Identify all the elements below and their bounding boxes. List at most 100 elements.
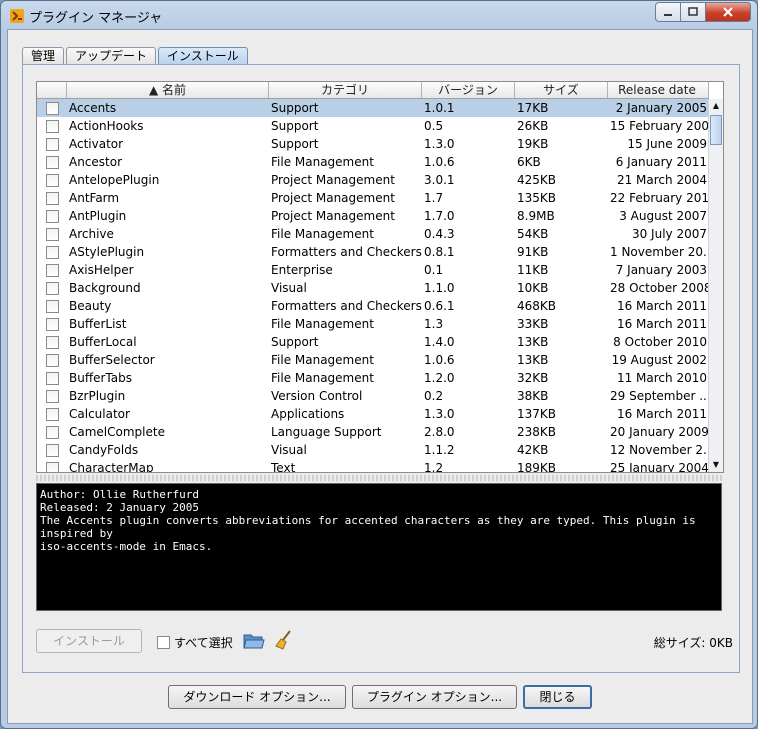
table-row[interactable]: AntelopePlugin Project Management 3.0.1 425… — [37, 171, 709, 189]
plugin-description: Author: Ollie Rutherfurd Released: 2 Jan… — [36, 483, 722, 611]
column-header-version[interactable]: バージョン — [422, 82, 515, 98]
plugin-version: 1.3 — [424, 317, 444, 331]
plugin-category: File Management — [271, 155, 374, 169]
scroll-thumb[interactable] — [710, 115, 722, 145]
install-checkbox[interactable] — [46, 174, 59, 187]
plugin-category: Enterprise — [271, 263, 333, 277]
table-row[interactable]: ActionHooks Support 0.5 26KB 15 February 200… — [37, 117, 709, 135]
plugin-name: CandyFolds — [69, 443, 139, 457]
install-checkbox[interactable] — [46, 444, 59, 457]
plugin-name: Activator — [69, 137, 124, 151]
plugin-release-date: 2 January 2005 — [615, 101, 707, 115]
plugin-size: 137KB — [517, 407, 557, 421]
plugin-version: 1.4.0 — [424, 335, 455, 349]
plugin-name: Calculator — [69, 407, 130, 421]
close-button[interactable]: 閉じる — [523, 685, 592, 709]
install-checkbox[interactable] — [46, 246, 59, 259]
install-checkbox[interactable] — [46, 156, 59, 169]
table-row[interactable]: BzrPlugin Version Control 0.2 38KB 29 Septem… — [37, 387, 709, 405]
table-row[interactable]: BufferSelector File Management 1.0.6 13KB 19… — [37, 351, 709, 369]
install-checkbox[interactable] — [46, 390, 59, 403]
table-row[interactable]: BufferLocal Support 1.4.0 13KB 8 October 201… — [37, 333, 709, 351]
column-header-release-date[interactable]: Release date — [608, 82, 709, 98]
column-header-category[interactable]: カテゴリ — [269, 82, 422, 98]
plugin-release-date: 28 October 2008 — [610, 281, 709, 295]
install-checkbox[interactable] — [46, 228, 59, 241]
column-header-name[interactable]: ▲ 名前 — [67, 82, 269, 98]
tab-install[interactable]: インストール — [158, 47, 248, 64]
plugin-category: Project Management — [271, 173, 395, 187]
plugin-release-date: 16 March 2011 — [616, 299, 707, 313]
install-checkbox[interactable] — [46, 354, 59, 367]
title-bar[interactable]: プラグイン マネージャ — [1, 1, 757, 29]
table-row[interactable]: BufferTabs File Management 1.2.0 32KB 11 Mar… — [37, 369, 709, 387]
plugin-release-date: 22 February 2010 — [610, 191, 709, 205]
plugin-category: Applications — [271, 407, 345, 421]
install-checkbox[interactable] — [46, 300, 59, 313]
plugin-release-date: 12 November 2... — [610, 443, 709, 457]
plugin-category: Text — [271, 461, 296, 473]
install-checkbox[interactable] — [46, 102, 59, 115]
install-checkbox[interactable] — [46, 336, 59, 349]
close-window-button[interactable] — [706, 2, 751, 22]
column-header-checkbox[interactable] — [37, 82, 67, 98]
table-row[interactable]: Beauty Formatters and Checkers 0.6.1 468KB 1… — [37, 297, 709, 315]
install-checkbox[interactable] — [46, 210, 59, 223]
install-checkbox[interactable] — [46, 192, 59, 205]
broom-icon[interactable] — [273, 629, 295, 651]
plugin-name: Ancestor — [69, 155, 123, 169]
table-row[interactable]: Archive File Management 0.4.3 54KB 30 July 2… — [37, 225, 709, 243]
table-row[interactable]: BufferList File Management 1.3 33KB 16 March… — [37, 315, 709, 333]
scroll-up-arrow-icon[interactable]: ▲ — [709, 99, 723, 113]
table-row[interactable]: AStylePlugin Formatters and Checkers 0.8.1… — [37, 243, 709, 261]
plugin-options-button[interactable]: プラグイン オプション... — [352, 685, 517, 709]
install-checkbox[interactable] — [46, 462, 59, 472]
install-checkbox[interactable] — [46, 318, 59, 331]
select-all-checkbox[interactable]: すべて選択 — [157, 632, 233, 652]
table-row[interactable]: Accents Support 1.0.1 17KB 2 January 2005 — [37, 99, 709, 117]
table-row[interactable]: AntFarm Project Management 1.7 135KB 22 Febr… — [37, 189, 709, 207]
plugin-release-date: 29 September ... — [610, 389, 709, 403]
table-row[interactable]: CandyFolds Visual 1.1.2 42KB 12 November 2..… — [37, 441, 709, 459]
maximize-button[interactable] — [681, 2, 706, 22]
plugin-name: BzrPlugin — [69, 389, 126, 403]
table-scrollbar[interactable]: ▲ ▼ — [708, 99, 723, 472]
plugin-category: Language Support — [271, 425, 382, 439]
plugin-name: AntFarm — [69, 191, 120, 205]
table-row[interactable]: Activator Support 1.3.0 19KB 15 June 2009 — [37, 135, 709, 153]
plugin-size: 42KB — [517, 443, 549, 457]
install-button[interactable]: インストール — [36, 629, 142, 653]
plugin-category: File Management — [271, 353, 374, 367]
install-checkbox[interactable] — [46, 264, 59, 277]
install-checkbox[interactable] — [46, 372, 59, 385]
table-row[interactable]: Calculator Applications 1.3.0 137KB 16 March… — [37, 405, 709, 423]
minimize-button[interactable] — [655, 2, 681, 22]
plugin-size: 11KB — [517, 263, 549, 277]
plugin-name: AntelopePlugin — [69, 173, 160, 187]
tab-update[interactable]: アップデート — [66, 47, 157, 64]
install-checkbox[interactable] — [46, 120, 59, 133]
folder-open-icon[interactable] — [243, 631, 265, 651]
table-row[interactable]: AntPlugin Project Management 1.7.0 8.9MB 3 A… — [37, 207, 709, 225]
tab-manage[interactable]: 管理 — [22, 47, 65, 64]
split-divider[interactable] — [36, 475, 724, 481]
table-row[interactable]: Ancestor File Management 1.0.6 6KB 6 January… — [37, 153, 709, 171]
download-options-button[interactable]: ダウンロード オプション... — [168, 685, 346, 709]
table-row[interactable]: Background Visual 1.1.0 10KB 28 October 2008 — [37, 279, 709, 297]
plugin-category: Formatters and Checkers — [271, 245, 422, 259]
table-row[interactable]: AxisHelper Enterprise 0.1 11KB 7 January 200… — [37, 261, 709, 279]
minimize-icon — [664, 14, 672, 16]
column-header-size[interactable]: サイズ — [515, 82, 608, 98]
scroll-down-arrow-icon[interactable]: ▼ — [709, 458, 723, 472]
install-checkbox[interactable] — [46, 138, 59, 151]
select-all-checkbox-box[interactable] — [157, 635, 170, 649]
table-row[interactable]: CharacterMap Text 1.2 189KB 25 January 2004 — [37, 459, 709, 473]
install-checkbox[interactable] — [46, 426, 59, 439]
install-checkbox[interactable] — [46, 282, 59, 295]
install-checkbox[interactable] — [46, 408, 59, 421]
table-row[interactable]: CamelComplete Language Support 2.8.0 238KB 2… — [37, 423, 709, 441]
plugin-name: BufferList — [69, 317, 127, 331]
plugin-release-date: 11 March 2010 — [616, 371, 707, 385]
plugin-name: CharacterMap — [69, 461, 154, 473]
plugin-release-date: 25 January 2004 — [610, 461, 709, 473]
